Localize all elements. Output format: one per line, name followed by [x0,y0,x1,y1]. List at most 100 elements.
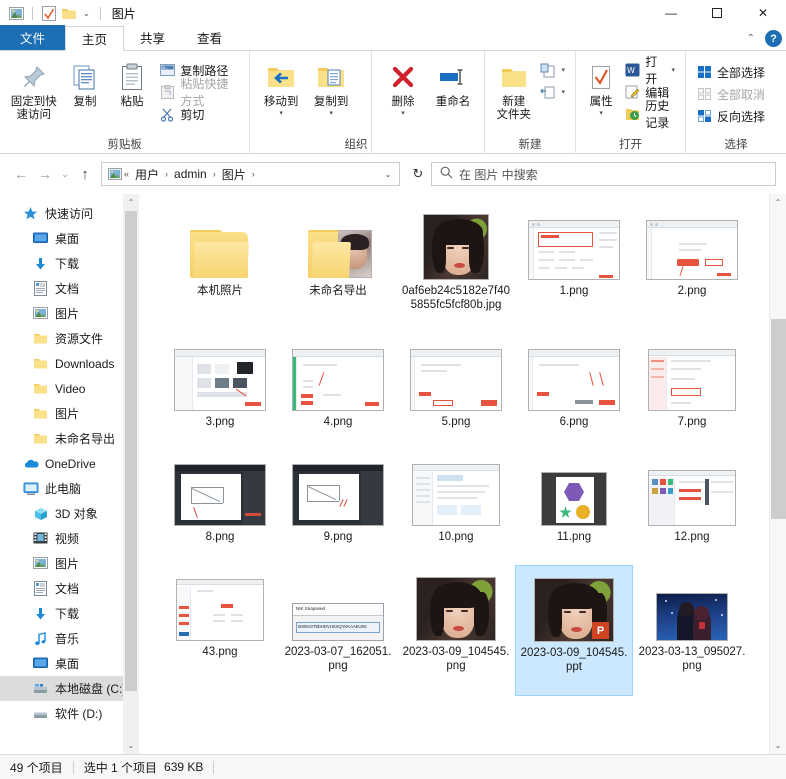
file-item[interactable]: NIK Snapseed 6000G0T9DHDVHSXQYKKAAEU8S 2… [279,565,397,696]
recent-locations-button[interactable]: ⌄ [58,163,72,185]
easy-access-button[interactable]: ▾ [536,81,569,103]
history-button[interactable]: 历史记录 [620,99,679,130]
sidebar-scroll-thumb[interactable] [125,211,137,691]
paste-button[interactable]: 粘贴 [109,55,156,109]
tab-home[interactable]: 主页 [65,26,125,51]
sidebar-item-resource-files[interactable]: 资源文件 [0,326,139,351]
sidebar-item-local-disk-c[interactable]: 本地磁盘 (C:) [0,676,139,701]
chevron-down-icon[interactable]: ▾ [599,109,603,117]
file-item[interactable]: 未命名导出 [279,204,397,335]
sidebar-item-desktop-pc[interactable]: 桌面 [0,651,139,676]
pictures-icon[interactable] [8,5,25,22]
sidebar-item-documents-pc[interactable]: 文档 [0,576,139,601]
minimize-button[interactable]: — [648,0,694,26]
file-item[interactable]: 11.png [515,450,633,565]
file-pane-scroll-thumb[interactable] [771,319,786,519]
address-dropdown-button[interactable]: ⌄ [379,170,397,179]
sidebar-item-downloads[interactable]: 下载 [0,251,139,276]
up-button[interactable]: ↑ [74,163,96,185]
file-item[interactable]: 3.png [161,335,279,450]
chevron-right-icon[interactable]: › [251,169,256,179]
file-item[interactable]: 0af6eb24c5182e7f405855fc5fcf80b.jpg [397,204,515,335]
sidebar-item-this-pc[interactable]: 此电脑 [0,476,139,501]
maximize-button[interactable] [694,0,740,26]
paste-shortcut-button[interactable]: 粘贴快捷方式 [155,77,243,108]
forward-button[interactable]: → [34,163,56,185]
scroll-up-icon[interactable]: ⌃ [123,194,139,211]
chevron-down-icon[interactable]: ▾ [329,109,333,117]
file-item[interactable]: 43.png [161,565,279,696]
chevron-right-icon[interactable]: › [164,169,169,179]
file-item[interactable]: 7.png [633,335,751,450]
file-item[interactable]: 本机照片 [161,204,279,335]
new-folder-icon[interactable] [60,5,77,22]
sidebar-item-documents[interactable]: 文档 [0,276,139,301]
new-item-button[interactable]: ▾ [536,59,569,81]
open-button[interactable]: W 打开 ▾ [620,55,679,86]
sidebar-item-video[interactable]: Video [0,376,139,401]
scroll-down-icon[interactable]: ⌄ [123,737,139,754]
sidebar-item-software-d[interactable]: 软件 (D:) [0,701,139,726]
search-input[interactable]: 在 图片 中搜索 [459,166,538,183]
file-item[interactable]: 2023-03-13_095027.png [633,565,751,696]
sidebar-item-downloads-folder[interactable]: Downloads [0,351,139,376]
file-item[interactable]: 12.png [633,450,751,565]
breadcrumb-item-pictures[interactable]: 图片 [219,165,249,184]
select-all-button[interactable]: 全部选择 [692,61,769,83]
properties-button[interactable]: 属性 ▾ [582,55,620,117]
copy-button[interactable]: 复制 [62,55,109,109]
tab-view[interactable]: 查看 [181,25,238,50]
chevron-down-icon[interactable]: ▾ [401,109,405,117]
sidebar-scrollbar[interactable]: ⌃ ⌄ [123,194,139,754]
chevron-down-icon[interactable]: ▾ [279,109,283,117]
file-pane-scrollbar[interactable]: ⌃ ⌄ [769,194,786,754]
refresh-button[interactable]: ↻ [407,163,429,185]
chevron-down-icon[interactable]: ▾ [561,66,565,74]
scroll-up-icon[interactable]: ⌃ [770,194,786,211]
breadcrumb-item-users[interactable]: 用户 [132,165,162,184]
file-item[interactable]: 2.png [633,204,751,335]
pin-to-quick-access-button[interactable]: 固定到快 速访问 [6,55,62,122]
file-item[interactable]: 9.png [279,450,397,565]
cut-button[interactable]: 剪切 [155,103,243,125]
close-button[interactable]: ✕ [740,0,786,26]
sidebar-item-videos[interactable]: 视频 [0,526,139,551]
chevron-down-icon[interactable]: ▾ [671,66,675,74]
invert-selection-button[interactable]: 反向选择 [692,105,769,127]
sidebar-item-unnamed-export[interactable]: 未命名导出 [0,426,139,451]
quick-access-dropdown[interactable]: ⌄ [80,9,93,18]
address-input[interactable]: « 用户 › admin › 图片 › ⌄ [101,162,400,186]
sidebar-item-quick-access[interactable]: 快速访问 [0,201,139,226]
file-item[interactable]: 4.png [279,335,397,450]
copy-to-button[interactable]: 复制到 ▾ [306,55,356,117]
sidebar-item-3d-objects[interactable]: 3D 对象 [0,501,139,526]
help-icon[interactable]: ? [765,30,782,47]
file-list-pane[interactable]: 本机照片 未命名导出 0af6eb24c5182e7f405855fc5fcf8… [139,194,786,754]
tab-share[interactable]: 共享 [124,25,181,50]
search-box[interactable]: 在 图片 中搜索 [431,162,776,186]
file-item[interactable]: 2023-03-09_104545.png [397,565,515,696]
properties-icon[interactable] [40,5,57,22]
breadcrumb-item-admin[interactable]: admin [171,166,210,182]
file-item[interactable]: 6.png [515,335,633,450]
move-to-button[interactable]: 移动到 ▾ [256,55,306,117]
sidebar-item-desktop[interactable]: 桌面 [0,226,139,251]
select-none-button[interactable]: 全部取消 [692,83,769,105]
rename-button[interactable]: 重命名 [428,55,478,109]
back-button[interactable]: ← [10,163,32,185]
sidebar-item-downloads-pc[interactable]: 下载 [0,601,139,626]
file-item-selected[interactable]: P 2023-03-09_104545.ppt [515,565,633,696]
sidebar-item-onedrive[interactable]: OneDrive [0,451,139,476]
file-item[interactable]: 5.png [397,335,515,450]
sidebar-item-pictures-pc[interactable]: 图片 [0,551,139,576]
chevron-right-icon[interactable]: › [212,169,217,179]
delete-button[interactable]: 删除 ▾ [378,55,428,117]
chevron-down-icon[interactable]: ▾ [561,88,565,96]
scroll-down-icon[interactable]: ⌄ [770,737,786,754]
sidebar-item-pictures[interactable]: 图片 [0,301,139,326]
file-item[interactable]: 1.png [515,204,633,335]
new-folder-button[interactable]: 新建 文件夹 [491,55,536,122]
file-item[interactable]: 8.png [161,450,279,565]
chevron-up-icon[interactable]: ⌃ [743,31,759,46]
tab-file[interactable]: 文件 [0,25,66,50]
